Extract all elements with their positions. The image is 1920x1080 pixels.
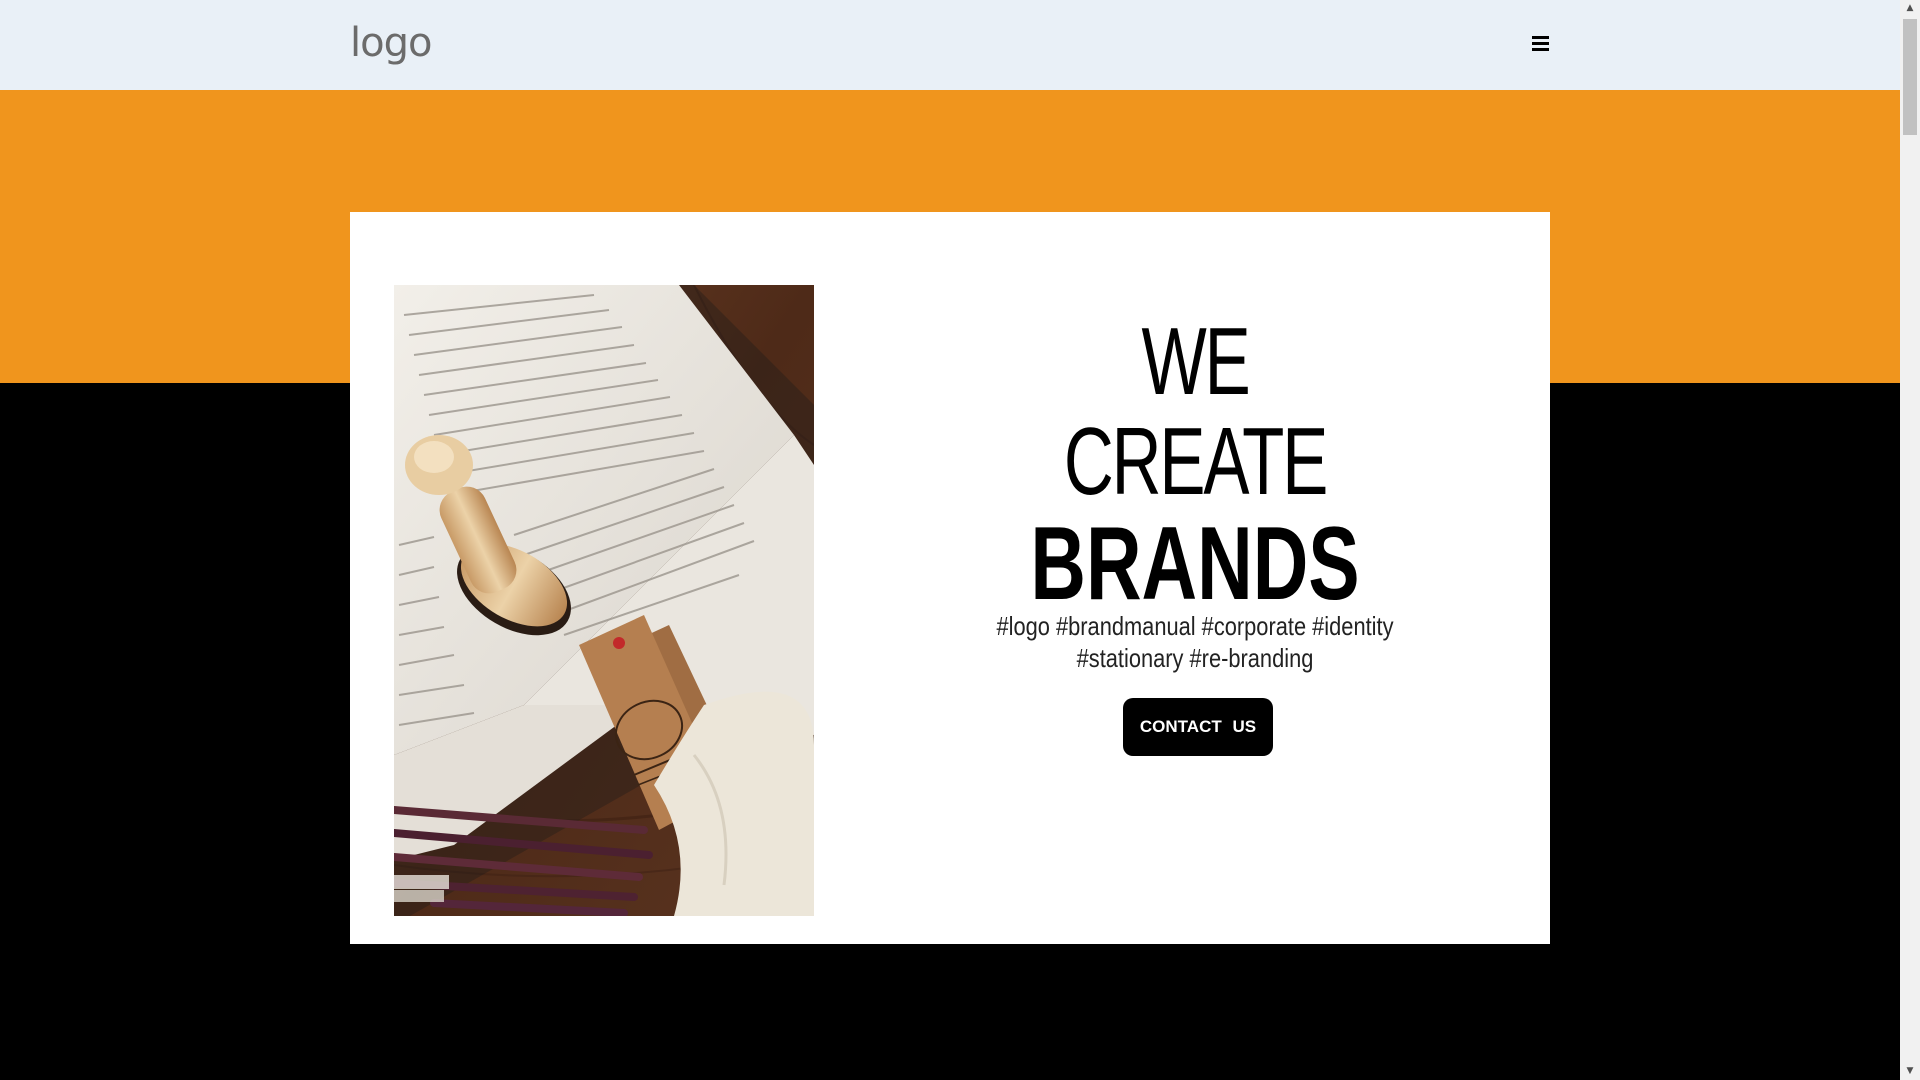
hamburger-menu-icon[interactable] xyxy=(1532,36,1550,54)
tags-line-2: #stationary #re-branding xyxy=(1076,643,1314,673)
book-stamp-illustration xyxy=(394,285,814,916)
headline-line-1: WE CREATE xyxy=(1063,308,1328,515)
site-logo[interactable]: logo xyxy=(350,20,432,66)
hero-headline: WE CREATE BRANDS xyxy=(945,308,1445,622)
scrollbar-thumb[interactable] xyxy=(1903,19,1917,135)
vertical-scrollbar[interactable]: ▲ ▼ xyxy=(1900,0,1920,1080)
menu-bar xyxy=(1532,36,1549,39)
service-tags: #logo #brandmanual #corporate #identity … xyxy=(972,610,1417,674)
site-header: logo xyxy=(0,0,1900,90)
tags-line-1: #logo #brandmanual #corporate #identity xyxy=(996,611,1394,641)
scroll-up-arrow-icon[interactable]: ▲ xyxy=(1900,0,1920,17)
headline-line-2: BRANDS xyxy=(1030,506,1360,622)
hero-card: WE CREATE BRANDS #logo #brandmanual #cor… xyxy=(350,212,1550,944)
menu-bar xyxy=(1532,42,1549,45)
menu-bar xyxy=(1532,48,1549,51)
contact-us-button[interactable]: CONTACT US xyxy=(1123,698,1273,756)
scroll-down-arrow-icon[interactable]: ▼ xyxy=(1900,1063,1920,1080)
hero-photo xyxy=(394,285,814,916)
